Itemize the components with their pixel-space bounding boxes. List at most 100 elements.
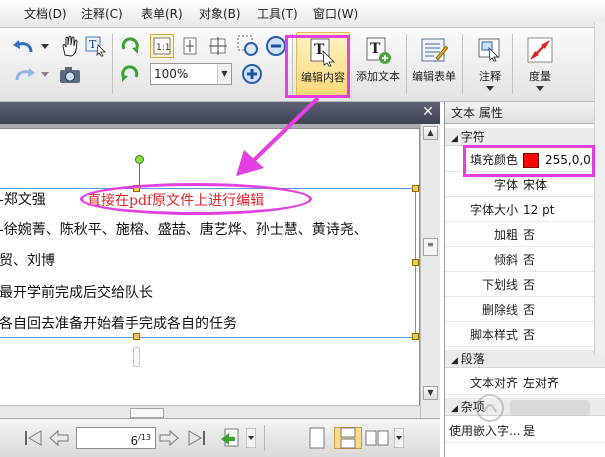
pdf-page: -郑文强 直接在pdf原文件上进行编辑 -徐婉菁、陈秋平、施榕、盛喆、唐艺烨、孙… [0,128,420,421]
rotation-handle[interactable] [135,155,144,164]
document-tab-bar: ✕ [0,102,440,124]
zoom-level-select[interactable]: 100% ▼ [150,63,232,85]
collapse-triangle-icon: ◢ [451,134,461,144]
measure-label: 度量 [529,70,551,83]
toolbar-separator [406,34,407,94]
chevron-down-icon [536,86,544,91]
arrow-right-icon [159,429,179,447]
continuous-view-button[interactable] [334,427,362,449]
document-line: 最开学前完成后交给队长 [0,285,153,301]
annotate-button[interactable]: 注释 [464,32,516,96]
snapshot-button[interactable] [58,64,82,86]
menu-form[interactable]: 表单(R) [141,0,183,28]
zoom-marquee-button[interactable] [236,34,260,58]
go-to-page-button[interactable] [220,427,242,449]
document-line: -徐婉菁、陈秋平、施榕、盛喆、唐艺烨、孙士慧、黄诗尧、 [0,222,368,238]
text-cursor-marker [133,347,140,367]
redo-dropdown-arrow[interactable] [40,68,50,82]
fit-page-button[interactable] [178,34,202,58]
chevron-down-icon [41,72,49,77]
collapse-triangle-icon: ◢ [451,404,461,414]
prop-value: 否 [523,328,536,342]
menu-document[interactable]: 文档(D) [24,0,67,28]
go-to-dropdown[interactable] [244,427,258,449]
undo-button[interactable] [10,36,38,58]
redo-button[interactable] [10,64,38,86]
prop-key: 倾斜 [493,253,518,267]
edit-form-icon [421,38,448,62]
fit-width-icon [209,37,227,55]
arrow-left-icon [49,429,69,447]
next-page-button[interactable] [158,427,180,449]
rotate-clockwise-button[interactable] [118,34,142,58]
hand-tool-button[interactable] [58,34,82,58]
annotate-icon [478,38,500,62]
group-paragraph[interactable]: ◢ 段落 [445,350,605,368]
last-page-button[interactable] [186,427,208,449]
actual-size-button[interactable]: 1:1 [150,34,174,58]
menu-bar: 文档(D) 注释(C) 表单(R) 对象(B) 工具(T) 窗口(W) [0,0,605,28]
toolbar-separator [462,34,463,94]
prop-value: 否 [523,278,536,292]
zoom-in-icon [242,64,262,84]
first-page-button[interactable] [22,427,44,449]
continuous-page-icon [340,427,356,449]
add-text-button[interactable]: T 添加文本 [352,32,404,96]
menu-window[interactable]: 窗口(W) [313,0,358,28]
prop-row-script-style[interactable]: 脚本样式 否 [445,323,605,347]
resize-handle[interactable] [133,333,140,340]
fit-width-button[interactable] [206,34,230,58]
zoom-in-button[interactable] [240,62,264,86]
single-page-icon [309,427,325,449]
toolbar-separator [112,34,113,94]
properties-scrollbar[interactable] [594,22,605,355]
rotate-counterclockwise-button[interactable] [118,62,142,86]
view-mode-dropdown[interactable] [392,427,406,449]
prop-row-strikethrough[interactable]: 删除线 否 [445,298,605,322]
select-text-button[interactable]: T [84,34,108,58]
facing-view-button[interactable] [364,427,390,449]
toolbar-separator [264,425,265,451]
prop-row-bold[interactable]: 加粗 否 [445,223,605,247]
menu-object[interactable]: 对象(B) [199,0,241,28]
prop-value: 否 [523,228,536,242]
fit-page-icon [183,37,197,55]
resize-handle[interactable] [412,259,419,266]
document-pane: ✕ -郑文强 直接在pdf原文件上进行编辑 -徐婉菁、陈秋平、施榕、盛喆、唐艺烨… [0,102,440,457]
resize-handle[interactable] [412,333,419,340]
prop-key: 下划线 [481,278,518,292]
single-page-view-button[interactable] [306,427,328,449]
first-page-icon [25,430,42,446]
resize-handle[interactable] [412,185,419,192]
prop-value: 否 [523,253,536,267]
page-number-field[interactable]: 6/13 [76,427,156,449]
watermark-logo [476,394,590,422]
actual-size-icon: 1:1 [153,37,171,55]
prop-row-font-size[interactable]: 字体大小 12 pt [445,198,605,222]
previous-page-button[interactable] [48,427,70,449]
undo-dropdown-arrow[interactable] [40,40,50,54]
svg-text:T: T [89,38,97,51]
toolbar-separator [512,34,513,94]
scroll-down-button[interactable]: ▼ [423,386,438,400]
scroll-thumb[interactable]: ≡ [423,238,438,256]
menu-annotation[interactable]: 注释(C) [81,0,123,28]
close-icon[interactable]: ✕ [420,104,436,120]
vertical-scrollbar[interactable]: ▲ ≡ ▼ [420,124,440,429]
prop-row-italic[interactable]: 倾斜 否 [445,248,605,272]
menu-tools[interactable]: 工具(T) [257,0,298,28]
current-page-number: 6 [130,434,139,448]
scroll-up-button[interactable]: ▲ [423,126,438,140]
scroll-thumb[interactable] [130,408,164,418]
svg-text:1:1: 1:1 [156,43,170,53]
edit-form-button[interactable]: 编辑表单 [408,32,460,96]
prop-value: 否 [523,303,536,317]
group-character[interactable]: ◢ 字符 [445,128,605,146]
prop-key: 加粗 [493,228,518,242]
measure-button[interactable]: 度量 [514,32,566,96]
add-text-label: 添加文本 [356,70,400,83]
document-line: -郑文强 [0,192,46,208]
chevron-down-icon [394,428,404,448]
prop-row-underline[interactable]: 下划线 否 [445,273,605,297]
svg-text:T: T [370,41,381,57]
